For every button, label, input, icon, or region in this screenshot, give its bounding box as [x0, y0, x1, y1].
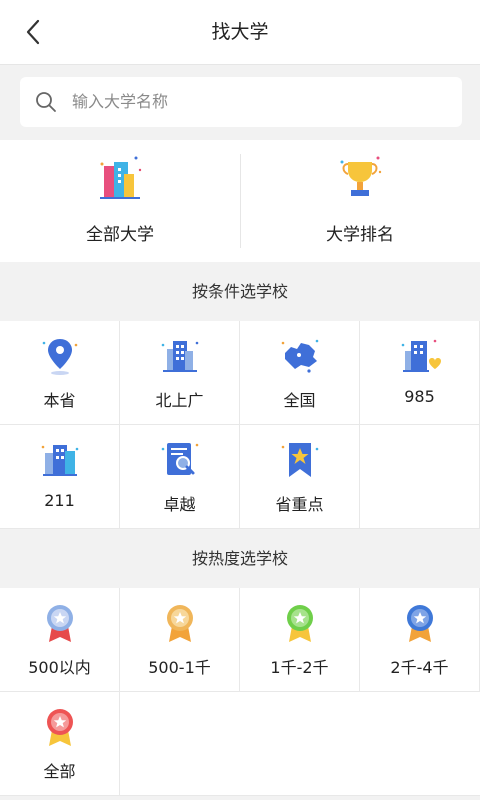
- search-icon: [36, 92, 56, 112]
- filter-nationwide[interactable]: 全国: [240, 321, 360, 425]
- search-input[interactable]: 输入大学名称: [20, 77, 462, 127]
- medal-red-icon: [47, 709, 73, 746]
- location-pin-icon: [42, 339, 78, 375]
- filter-label: 全国: [283, 391, 316, 410]
- filter-provincial-key[interactable]: 省重点: [240, 425, 360, 529]
- search-area: 输入大学名称: [0, 65, 480, 140]
- heat-within-500[interactable]: 500以内: [0, 588, 120, 692]
- filter-label: 卓越: [163, 495, 196, 514]
- china-map-icon: [281, 339, 319, 373]
- filter-label: 本省: [43, 391, 76, 410]
- filter-label: 985: [404, 387, 435, 406]
- section-title-condition: 按条件选学校: [0, 263, 480, 321]
- filter-label: 北上广: [155, 391, 204, 410]
- heat-label: 500以内: [28, 658, 91, 677]
- heat-label: 2千-4千: [390, 658, 449, 677]
- medal-green-icon: [287, 605, 313, 642]
- filter-local-province[interactable]: 本省: [0, 321, 120, 425]
- buildings-icon: [100, 156, 142, 199]
- filter-bei-shang-guang[interactable]: 北上广: [120, 321, 240, 425]
- heat-all[interactable]: 全部: [0, 692, 120, 796]
- university-ranking-label: 大学排名: [326, 225, 394, 245]
- building-heart-icon: [401, 339, 441, 372]
- heat-label: 1千-2千: [270, 658, 329, 677]
- heat-label: 全部: [43, 762, 76, 781]
- heat-grid: 500以内 500-1千 1千-2千 2千-4千 全部: [0, 588, 480, 796]
- search-placeholder: 输入大学名称: [72, 92, 169, 111]
- quick-entries: 全部大学 大学排名: [0, 140, 480, 262]
- star-bookmark-icon: [281, 443, 319, 477]
- top-bar: 找大学: [0, 0, 480, 65]
- filter-985[interactable]: 985: [360, 321, 480, 425]
- heat-500-1k[interactable]: 500-1千: [120, 588, 240, 692]
- university-ranking-button[interactable]: 大学排名: [240, 140, 480, 262]
- document-search-icon: [161, 443, 199, 475]
- heat-label: 500-1千: [148, 658, 211, 677]
- trophy-icon: [340, 156, 382, 196]
- all-universities-button[interactable]: 全部大学: [0, 140, 240, 262]
- condition-grid: 本省 北上广 全国 985 211 卓越 省重点: [0, 321, 480, 529]
- heat-1k-2k[interactable]: 1千-2千: [240, 588, 360, 692]
- empty-cell: [120, 692, 480, 796]
- filter-excellence[interactable]: 卓越: [120, 425, 240, 529]
- page-title: 找大学: [211, 21, 269, 43]
- section-title-heat: 按热度选学校: [0, 530, 480, 588]
- medal-silver-icon: [47, 605, 73, 642]
- empty-cell: [360, 425, 480, 529]
- filter-label: 省重点: [275, 495, 324, 514]
- medal-blue-icon: [407, 605, 433, 642]
- all-universities-label: 全部大学: [86, 225, 154, 245]
- medal-gold-icon: [167, 605, 193, 642]
- heat-2k-4k[interactable]: 2千-4千: [360, 588, 480, 692]
- office-buildings-icon: [41, 445, 79, 476]
- filter-label: 211: [44, 491, 75, 510]
- filter-211[interactable]: 211: [0, 425, 120, 529]
- city-building-icon: [161, 341, 199, 372]
